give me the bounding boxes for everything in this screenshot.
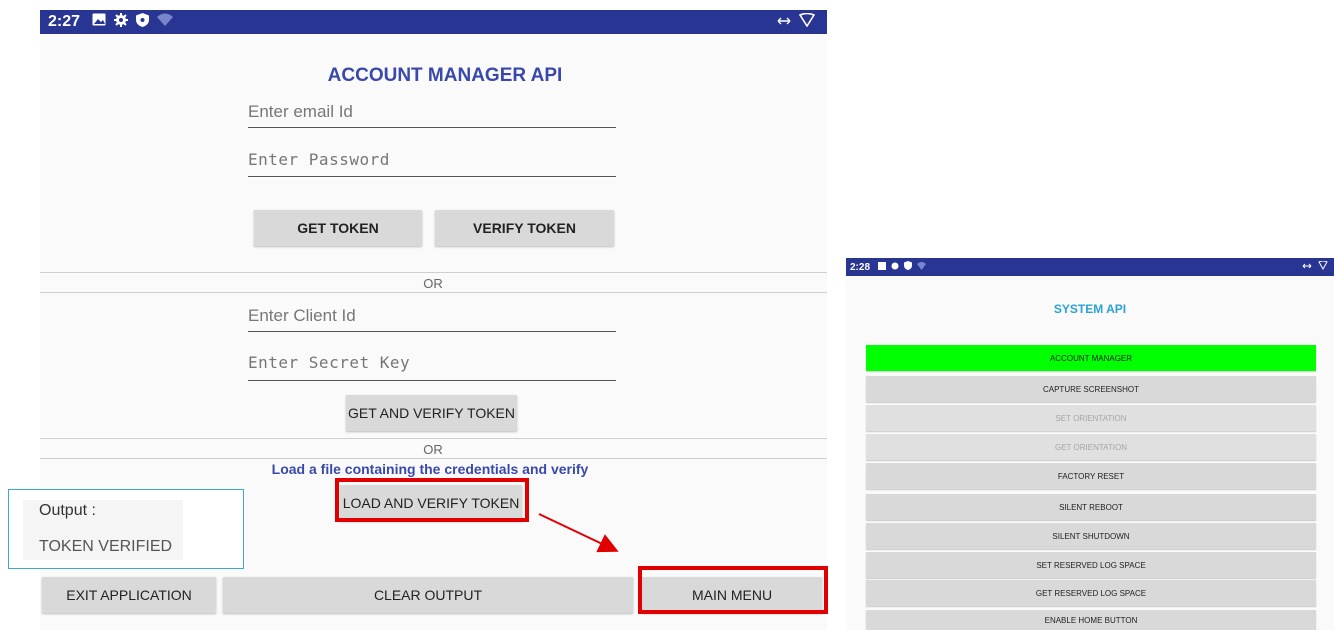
swap-icon (1302, 262, 1312, 273)
wifi-icon (917, 261, 927, 273)
divider (40, 272, 827, 273)
password-field[interactable]: Enter Password (248, 150, 616, 177)
enable-home-button-button[interactable]: ENABLE HOME BUTTON (866, 610, 1316, 630)
output-value: TOKEN VERIFIED (39, 538, 173, 555)
signal-icon (798, 12, 816, 32)
image-icon (92, 13, 106, 31)
verify-token-button[interactable]: VERIFY TOKEN (435, 210, 614, 246)
system-api-screen: 2:28 SYSTEM API ACCOUNT MANAGER CAPTURE … (846, 258, 1334, 630)
set-orientation-button[interactable]: SET ORIENTATION (866, 405, 1316, 431)
secret-key-field[interactable]: Enter Secret Key (248, 353, 616, 381)
output-panel: Output : TOKEN VERIFIED (8, 489, 244, 569)
get-orientation-button[interactable]: GET ORIENTATION (866, 434, 1316, 460)
output-label: Output : (39, 502, 96, 519)
status-time: 2:28 (850, 261, 871, 273)
swap-icon (777, 13, 791, 31)
system-api-title: SYSTEM API (1053, 302, 1127, 316)
or-separator: OR (423, 442, 443, 457)
highlight-main-menu (638, 566, 828, 614)
account-manager-button[interactable]: ACCOUNT MANAGER (866, 345, 1316, 371)
shield-icon (904, 261, 913, 273)
status-time: 2:27 (48, 13, 81, 30)
gear-icon (891, 262, 899, 273)
exit-application-button[interactable]: EXIT APPLICATION (42, 577, 216, 613)
get-token-button[interactable]: GET TOKEN (254, 210, 422, 246)
highlight-load-verify (335, 478, 529, 522)
clear-output-button[interactable]: CLEAR OUTPUT (223, 577, 633, 613)
or-separator: OR (423, 276, 443, 291)
client-id-field[interactable]: Enter Client Id (248, 306, 616, 332)
divider (40, 292, 827, 293)
capture-screenshot-button[interactable]: CAPTURE SCREENSHOT (866, 376, 1316, 402)
silent-reboot-button[interactable]: SILENT REBOOT (866, 494, 1316, 520)
image-icon (878, 261, 887, 273)
factory-reset-button[interactable]: FACTORY RESET (866, 463, 1316, 489)
wifi-icon (157, 13, 174, 31)
arrow-icon (538, 513, 619, 553)
shield-icon (136, 12, 150, 32)
get-reserved-log-space-button[interactable]: GET RESERVED LOG SPACE (866, 580, 1316, 606)
status-bar: 2:27 (40, 10, 827, 34)
get-and-verify-token-button[interactable]: GET AND VERIFY TOKEN (346, 395, 517, 431)
set-reserved-log-space-button[interactable]: SET RESERVED LOG SPACE (866, 552, 1316, 578)
status-bar: 2:28 (846, 258, 1334, 276)
divider (40, 458, 827, 459)
gear-icon (114, 12, 129, 32)
email-field[interactable]: Enter email Id (248, 102, 616, 128)
silent-shutdown-button[interactable]: SILENT SHUTDOWN (866, 523, 1316, 549)
divider (40, 438, 827, 439)
page-title: ACCOUNT MANAGER API (327, 65, 563, 86)
signal-icon (1318, 260, 1328, 273)
load-file-text: Load a file containing the credentials a… (271, 461, 589, 477)
